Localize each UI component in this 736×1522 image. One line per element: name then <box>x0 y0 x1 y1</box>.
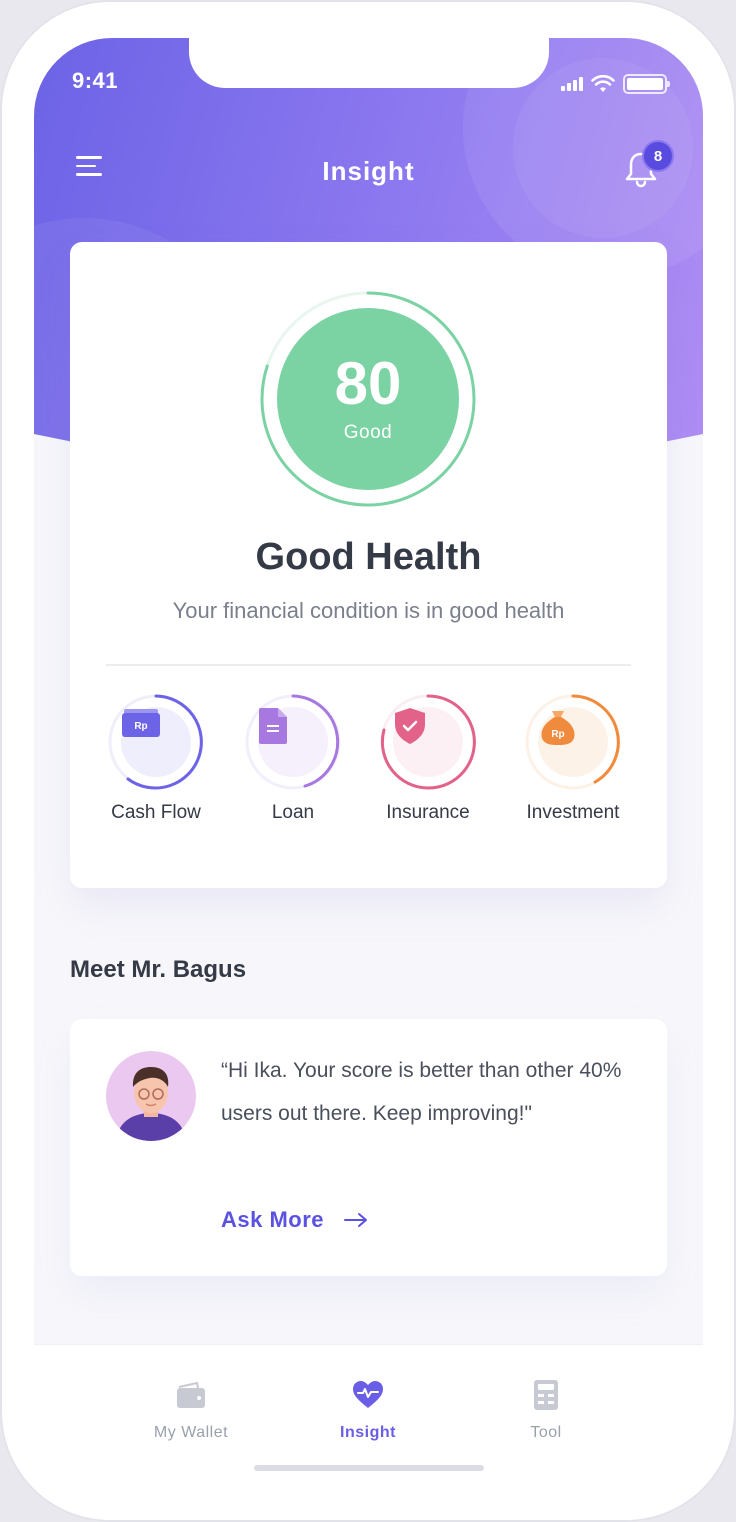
money-bag-icon: Rp <box>541 711 575 745</box>
score-circle: 80 Good <box>277 308 459 490</box>
health-score-card: 80 Good Good Health Your financial condi… <box>70 242 667 888</box>
score-value: 80 <box>334 350 402 417</box>
score-gauge: 80 Good <box>258 289 478 509</box>
wallet-rp-icon: Rp <box>122 709 160 737</box>
device-notch <box>189 38 549 88</box>
status-icons <box>561 74 670 94</box>
advisor-card: “Hi Ika. Your score is better than other… <box>70 1019 667 1276</box>
score-label: Good <box>343 422 393 443</box>
category-cash-flow[interactable]: Rp Cash Flow <box>86 694 226 824</box>
tab-insight[interactable]: Insight <box>298 1379 438 1442</box>
shield-check-icon <box>395 708 425 744</box>
category-label: Cash Flow <box>111 802 201 823</box>
category-investment[interactable]: Rp Investment <box>503 694 643 824</box>
avatar <box>106 1051 196 1141</box>
notification-button[interactable]: 8 <box>624 140 674 192</box>
phone-frame: 9:41 Insight 8 80 Good Good Health Your … <box>0 0 736 1522</box>
category-label: Loan <box>271 802 315 823</box>
arrow-right-icon <box>344 1213 368 1227</box>
tab-tool[interactable]: Tool <box>476 1379 616 1442</box>
battery-icon <box>623 74 670 94</box>
category-label: Insurance <box>386 802 470 823</box>
signal-icon <box>561 77 583 91</box>
document-icon <box>259 708 287 744</box>
bottom-tab-bar: My Wallet Insight Tool <box>34 1344 703 1484</box>
status-time: 9:41 <box>72 68 119 93</box>
category-insurance[interactable]: Insurance <box>358 694 498 824</box>
calculator-icon <box>534 1380 558 1410</box>
advisor-quote: “Hi Ika. Your score is better than other… <box>221 1059 622 1125</box>
section-title: Meet Mr. Bagus <box>70 956 247 983</box>
advisor-avatar-icon <box>116 1067 186 1141</box>
divider <box>106 664 631 666</box>
ask-more-button[interactable]: Ask More <box>221 1207 368 1233</box>
home-indicator[interactable] <box>254 1465 484 1471</box>
category-label: Investment <box>526 802 620 823</box>
health-subtitle: Your financial condition is in good heal… <box>172 598 565 623</box>
category-loan[interactable]: Loan <box>223 694 363 824</box>
svg-text:Rp: Rp <box>551 729 564 740</box>
ask-more-label: Ask More <box>221 1207 325 1232</box>
heart-pulse-icon <box>353 1381 383 1408</box>
page-title: Insight <box>322 156 415 186</box>
wallet-icon <box>177 1381 205 1408</box>
health-title: Good Health <box>255 536 482 578</box>
notification-badge: 8 <box>642 140 674 172</box>
wifi-icon <box>591 75 615 92</box>
tab-my-wallet[interactable]: My Wallet <box>121 1379 261 1442</box>
app-screen: 9:41 Insight 8 80 Good Good Health Your … <box>34 38 703 1484</box>
svg-text:Rp: Rp <box>134 721 147 732</box>
